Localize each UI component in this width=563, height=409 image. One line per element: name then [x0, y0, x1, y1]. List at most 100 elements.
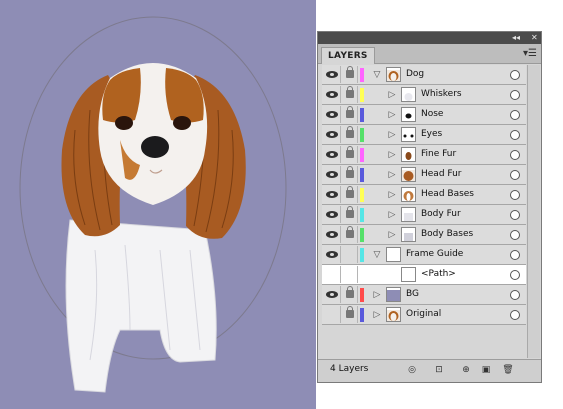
- chevron-right-icon[interactable]: ▷: [387, 169, 397, 181]
- chevron-right-icon[interactable]: ▷: [387, 129, 397, 141]
- layer-thumbnail: [401, 267, 416, 282]
- chevron-right-icon[interactable]: ▷: [387, 229, 397, 241]
- close-icon[interactable]: ✕: [531, 33, 538, 43]
- layer-name: Head Bases: [421, 189, 474, 199]
- target-circle-icon[interactable]: [510, 170, 520, 180]
- lock-toggle[interactable]: [342, 306, 358, 323]
- new-sublayer-icon[interactable]: ⊕: [460, 364, 472, 376]
- target-circle-icon[interactable]: [510, 230, 520, 240]
- chevron-right-icon[interactable]: ▷: [387, 209, 397, 221]
- panel-menu-icon[interactable]: ▾☰: [523, 48, 537, 59]
- target-circle-icon[interactable]: [510, 130, 520, 140]
- target-circle-icon[interactable]: [510, 110, 520, 120]
- layer-row[interactable]: <Path>: [322, 265, 526, 285]
- visibility-toggle[interactable]: [324, 246, 341, 263]
- layer-row[interactable]: ▷ Eyes: [322, 125, 526, 145]
- eye-icon: [326, 111, 338, 118]
- layers-scrollbar[interactable]: [527, 65, 540, 358]
- target-circle-icon[interactable]: [510, 270, 520, 280]
- layer-thumbnail: [386, 287, 401, 302]
- visibility-toggle[interactable]: [324, 206, 341, 223]
- chevron-right-icon[interactable]: ▷: [387, 189, 397, 201]
- layer-thumbnail: [401, 87, 416, 102]
- visibility-toggle[interactable]: [324, 306, 341, 323]
- lock-toggle[interactable]: [342, 106, 358, 123]
- panel-titlebar[interactable]: ◂◂ ✕: [318, 32, 541, 44]
- chevron-right-icon[interactable]: ▷: [387, 109, 397, 121]
- visibility-toggle[interactable]: [324, 186, 341, 203]
- chevron-down-icon[interactable]: ▽: [372, 249, 382, 261]
- layer-thumbnail: [401, 207, 416, 222]
- layer-color-swatch: [360, 108, 364, 122]
- layer-row[interactable]: ▷ Fine Fur: [322, 145, 526, 165]
- lock-icon: [346, 286, 354, 298]
- visibility-toggle[interactable]: [324, 286, 341, 303]
- chevron-right-icon[interactable]: ▷: [372, 289, 382, 301]
- lock-toggle[interactable]: [342, 146, 358, 163]
- visibility-toggle[interactable]: [324, 266, 341, 283]
- lock-toggle[interactable]: [342, 166, 358, 183]
- layer-thumbnail: [401, 127, 416, 142]
- lock-toggle[interactable]: [342, 86, 358, 103]
- layer-color-swatch: [360, 248, 364, 262]
- trash-icon[interactable]: 🗑: [502, 364, 514, 376]
- visibility-toggle[interactable]: [324, 86, 341, 103]
- target-circle-icon[interactable]: [510, 70, 520, 80]
- lock-toggle[interactable]: [342, 246, 358, 263]
- lock-toggle[interactable]: [342, 266, 358, 283]
- layer-thumbnail: [401, 147, 416, 162]
- layer-name: Head Fur: [421, 169, 462, 179]
- eye-icon: [326, 151, 338, 158]
- chevron-right-icon[interactable]: ▷: [387, 89, 397, 101]
- tab-layers[interactable]: LAYERS: [321, 47, 375, 64]
- artboard-canvas[interactable]: [0, 0, 316, 409]
- eye-icon: [326, 291, 338, 298]
- layer-row[interactable]: ▷ Body Fur: [322, 205, 526, 225]
- layer-row[interactable]: ▷ Whiskers: [322, 85, 526, 105]
- chevron-down-icon[interactable]: ▽: [372, 69, 382, 81]
- visibility-toggle[interactable]: [324, 106, 341, 123]
- chevron-right-icon[interactable]: ▷: [372, 309, 382, 321]
- target-circle-icon[interactable]: [510, 250, 520, 260]
- new-layer-icon[interactable]: ▣: [480, 364, 492, 376]
- layer-row[interactable]: ▷ Body Bases: [322, 225, 526, 245]
- visibility-toggle[interactable]: [324, 146, 341, 163]
- target-circle-icon[interactable]: [510, 210, 520, 220]
- lock-toggle[interactable]: [342, 226, 358, 243]
- target-circle-icon[interactable]: [510, 290, 520, 300]
- double-chevron-left-icon[interactable]: ◂◂: [512, 33, 520, 43]
- eye-icon: [326, 171, 338, 178]
- layer-color-swatch: [360, 288, 364, 302]
- layer-name: Whiskers: [421, 89, 462, 99]
- locate-object-icon[interactable]: ◎: [406, 364, 418, 376]
- target-circle-icon[interactable]: [510, 150, 520, 160]
- target-circle-icon[interactable]: [510, 90, 520, 100]
- lock-toggle[interactable]: [342, 66, 358, 83]
- layer-thumbnail: [401, 167, 416, 182]
- layer-color-swatch: [360, 68, 364, 82]
- layer-color-swatch: [360, 308, 364, 322]
- visibility-toggle[interactable]: [324, 66, 341, 83]
- chevron-right-icon[interactable]: ▷: [387, 149, 397, 161]
- layer-row[interactable]: ▷ Nose: [322, 105, 526, 125]
- lock-toggle[interactable]: [342, 126, 358, 143]
- layer-color-swatch: [360, 208, 364, 222]
- visibility-toggle[interactable]: [324, 166, 341, 183]
- layer-row[interactable]: ▷ BG: [322, 285, 526, 305]
- layer-name: Body Bases: [421, 229, 474, 239]
- visibility-toggle[interactable]: [324, 226, 341, 243]
- lock-icon: [346, 306, 354, 318]
- layer-row[interactable]: ▷ Head Fur: [322, 165, 526, 185]
- lock-toggle[interactable]: [342, 186, 358, 203]
- layer-thumbnail: [386, 67, 401, 82]
- target-circle-icon[interactable]: [510, 190, 520, 200]
- layer-row[interactable]: ▷ Head Bases: [322, 185, 526, 205]
- lock-toggle[interactable]: [342, 206, 358, 223]
- make-clipping-mask-icon[interactable]: ⊡: [433, 364, 445, 376]
- visibility-toggle[interactable]: [324, 126, 341, 143]
- layer-row[interactable]: ▷ Original: [322, 305, 526, 325]
- target-circle-icon[interactable]: [510, 310, 520, 320]
- layer-row[interactable]: ▽ Frame Guide: [322, 245, 526, 265]
- layer-row[interactable]: ▽ Dog: [322, 65, 526, 85]
- lock-toggle[interactable]: [342, 286, 358, 303]
